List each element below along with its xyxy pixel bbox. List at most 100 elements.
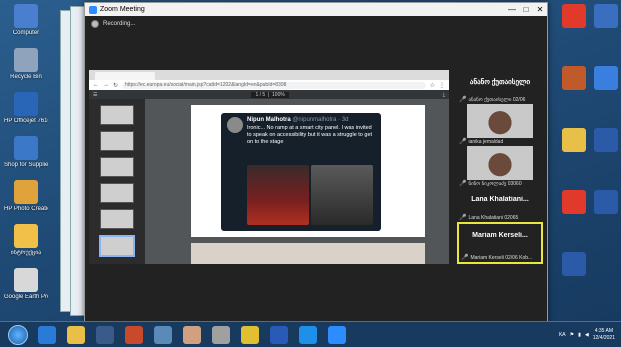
star-icon[interactable]: ☆	[430, 82, 435, 89]
skype-taskbar-icon[interactable]	[299, 325, 317, 344]
recording-indicator: Recording...	[91, 20, 135, 28]
pdf-thumbnail[interactable]	[100, 183, 134, 203]
app-icon	[594, 190, 618, 214]
reload-icon[interactable]: ↻	[113, 82, 118, 89]
back-icon[interactable]: ←	[93, 82, 99, 88]
tweet-text: Ironic... No ramp at a smart city panel.…	[247, 125, 373, 145]
forward-icon[interactable]: →	[103, 82, 109, 88]
desktop-icon[interactable]	[584, 66, 621, 92]
app-icon	[594, 128, 618, 152]
zoom-taskbar-icon[interactable]	[328, 325, 346, 344]
pdf-thumbnail[interactable]	[100, 157, 134, 177]
pdf-viewer[interactable]: Nipun Malhotra @nipunmalhotra · 3d Ironi…	[145, 99, 449, 264]
minimize-button[interactable]: —	[505, 5, 519, 14]
desktop-icon[interactable]: Computer	[4, 4, 48, 37]
participant-tile[interactable]: Lana Khalatiani... 🎤 Lana Khalatiani 02065	[457, 188, 543, 222]
participant-label-text: ნინო ნიკოლაძე 03060	[468, 180, 522, 187]
taskbar: KA ⚑ ▮ ◀ 4:35 AM 12/4/2021	[0, 321, 621, 347]
mic-muted-icon: 🎤	[459, 97, 467, 103]
language-indicator[interactable]: KA	[559, 332, 566, 338]
participant-label-text: Mariam Kerseli 02/06 Kob...	[470, 254, 533, 261]
desktop-icon[interactable]: HP Photo Creations	[4, 180, 48, 213]
app-icon	[562, 252, 586, 276]
mic-muted-icon: 🎤	[461, 255, 469, 261]
tweet-author: Nipun Malhotra	[247, 117, 291, 123]
ie-taskbar-icon[interactable]	[38, 325, 56, 344]
explorer-taskbar-icon[interactable]	[67, 325, 85, 344]
volume-icon[interactable]: ◀	[585, 332, 589, 338]
mic-muted-icon: 🎤	[459, 139, 467, 145]
app-icon	[562, 4, 586, 28]
participant-tile[interactable]: ანანო ქუთაისელი 🎤 ანანო ქუთაისელი 02/06	[457, 70, 543, 104]
participant-tile[interactable]: Mariam Kerseli... 🎤 Mariam Kerseli 02/06 K…	[457, 222, 543, 264]
pdf-toolbar: ☰ 1 / 5 | 100% ⤓	[89, 90, 449, 99]
participant-label: 🎤 ianika jemaldad	[459, 138, 504, 146]
start-button[interactable]	[8, 324, 28, 345]
browser-toolbar: ← → ↻ https://ec.europa.eu/social/main.j…	[89, 80, 449, 90]
word-taskbar-icon[interactable]	[270, 325, 288, 344]
chrome-taskbar-icon[interactable]	[241, 325, 259, 344]
pdf-thumbnail-selected[interactable]	[99, 235, 135, 257]
participant-tile[interactable]: 🎤 ianika jemaldad	[457, 104, 543, 146]
participant-name: Mariam Kerseli...	[472, 232, 528, 239]
network-icon[interactable]: ▮	[578, 332, 581, 338]
flag-icon[interactable]: ⚑	[570, 332, 574, 338]
system-tray: KA ⚑ ▮ ◀ 4:35 AM 12/4/2021	[559, 328, 621, 342]
zoom-title: Zoom Meeting	[100, 6, 145, 13]
desktop-icon[interactable]: ისტრუქცია	[4, 224, 48, 257]
recording-label: Recording...	[103, 21, 136, 27]
desktop-icon-label: Computer	[12, 30, 40, 36]
app-icon	[14, 48, 38, 72]
browser-tab[interactable]	[95, 72, 155, 80]
desktop-icon[interactable]: Recycle Bin	[4, 48, 48, 81]
participant-label: 🎤 Lana Khalatiani 02065	[459, 214, 518, 222]
desktop-icon[interactable]	[584, 128, 621, 154]
participant-video	[467, 146, 533, 180]
pdf-thumbnail[interactable]	[100, 105, 134, 125]
app-icon	[14, 268, 38, 292]
media-taskbar-icon[interactable]	[96, 325, 114, 344]
app-icon	[562, 66, 586, 90]
mic-muted-icon: 🎤	[459, 215, 467, 221]
avatar	[227, 117, 243, 133]
settings-taskbar-icon[interactable]	[212, 325, 230, 344]
pdf-page: Nipun Malhotra @nipunmalhotra · 3d Ironi…	[191, 105, 425, 237]
desktop-icon[interactable]: HP Officejet 7610 series	[4, 92, 48, 125]
zoom-meeting-window[interactable]: Zoom Meeting — □ ✕ Recording... ← → ↻ ht…	[84, 2, 548, 322]
chess-taskbar-icon[interactable]	[154, 325, 172, 344]
zoom-titlebar[interactable]: Zoom Meeting — □ ✕	[85, 3, 547, 16]
pdf-thumbnail[interactable]	[100, 209, 134, 229]
participant-label-text: ianika jemaldad	[468, 138, 504, 145]
zoom-icon	[89, 5, 97, 14]
participant-label: 🎤 ანანო ქუთაისელი 02/06	[459, 96, 525, 104]
desktop-icon-label: Recycle Bin	[10, 74, 42, 80]
tweet-image	[247, 165, 309, 225]
participant-label: 🎤 Mariam Kerseli 02/06 Kob...	[461, 254, 533, 262]
app-icon	[562, 190, 586, 214]
desktop-icon[interactable]	[552, 252, 596, 278]
app-icon	[14, 4, 38, 28]
address-bar[interactable]: https://ec.europa.eu/social/main.jsp?cat…	[122, 81, 426, 89]
photo-taskbar-icon[interactable]	[183, 325, 201, 344]
desktop-icon[interactable]: Shop for Supplies	[4, 136, 48, 169]
clock[interactable]: 4:35 AM 12/4/2021	[593, 328, 615, 342]
menu-icon[interactable]: ⋮	[439, 82, 445, 89]
tweet-card: Nipun Malhotra @nipunmalhotra · 3d Ironi…	[221, 113, 381, 231]
participant-tile[interactable]: 🎤 ნინო ნიკოლაძე 03060	[457, 146, 543, 188]
tweet-handle: @nipunmalhotra · 3d	[292, 117, 349, 123]
download-icon[interactable]: ⤓	[443, 92, 445, 98]
app-icon	[14, 224, 38, 248]
desktop-icon[interactable]	[584, 4, 621, 30]
maximize-button[interactable]: □	[519, 5, 533, 14]
desktop-icon[interactable]	[584, 190, 621, 216]
pdf-thumbnail[interactable]	[100, 131, 134, 151]
pdf-zoom: 100%	[272, 91, 285, 98]
desktop-icon[interactable]: Google Earth Pro	[4, 268, 48, 301]
close-button[interactable]: ✕	[533, 5, 547, 14]
hamburger-icon[interactable]: ☰	[93, 92, 97, 98]
paint-taskbar-icon[interactable]	[125, 325, 143, 344]
record-icon	[91, 20, 99, 28]
clock-time: 4:35 AM	[594, 327, 614, 334]
participant-name: ანანო ქუთაისელი	[469, 79, 531, 86]
participant-name: Lana Khalatiani...	[471, 196, 529, 203]
